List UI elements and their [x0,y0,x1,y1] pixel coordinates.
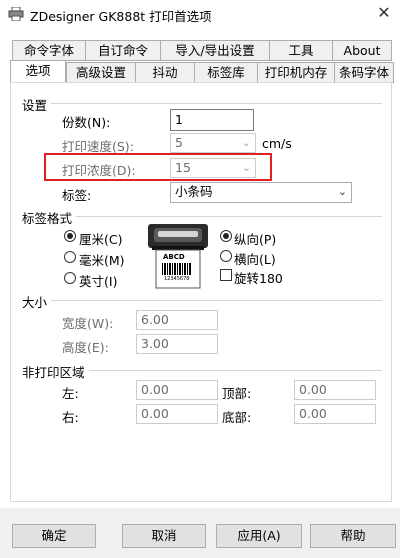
chevron-down-icon: ⌄ [241,136,251,149]
settings-heading: 设置 [22,95,52,114]
tab-command-font[interactable]: 命令字体 [12,40,86,61]
tab-row-bottom: 选项 高级设置 抖动 标签库 打印机内存 条码字体 [10,60,394,84]
preview-barcode-number: 12345678 [164,276,190,282]
bottom-margin-label: 底部: [222,410,252,425]
tab-import-export[interactable]: 导入/导出设置 [160,40,270,61]
label-format-heading: 标签格式 [22,208,77,227]
window-title: ZDesigner GK888t 打印首选项 [30,9,212,24]
bottom-margin-input[interactable]: 0.00 [294,404,376,424]
tab-options[interactable]: 选项 [10,60,66,84]
width-label: 宽度(W): [62,316,114,331]
cancel-button[interactable]: 取消 [122,524,206,548]
help-button[interactable]: 帮助 [310,524,396,548]
unit-mm-radio[interactable] [64,251,76,263]
close-icon[interactable]: ✕ [372,2,396,24]
unit-cm-label[interactable]: 厘米(C) [79,229,122,248]
preview-label-text: ABCD [163,253,185,261]
title-bar[interactable]: ZDesigner GK888t 打印首选项 ✕ [0,0,400,28]
orientation-portrait-label[interactable]: 纵向(P) [234,229,276,248]
speed-select[interactable]: 5 ⌄ [170,133,256,153]
stock-value: 小条码 [175,184,213,199]
unit-inch-label[interactable]: 英寸(I) [79,271,117,290]
unit-inch-radio[interactable] [64,272,76,284]
unit-cm-radio[interactable] [64,230,76,242]
top-margin-input[interactable]: 0.00 [294,380,376,400]
speed-value: 5 [175,135,183,150]
copies-input[interactable]: 1 [170,109,254,131]
orientation-portrait-radio[interactable] [220,230,232,242]
stock-select[interactable]: 小条码 ⌄ [170,182,352,203]
width-input[interactable]: 6.00 [136,310,218,330]
tab-printer-memory[interactable]: 打印机内存 [257,62,335,83]
settings-divider [22,103,382,104]
tab-label-library[interactable]: 标签库 [194,62,258,83]
height-label: 高度(E): [62,340,109,355]
rotate-label[interactable]: 旋转180 [234,268,283,287]
top-margin-label: 顶部: [222,386,252,401]
apply-button[interactable]: 应用(A) [216,524,302,548]
tab-custom-command[interactable]: 自订命令 [85,40,161,61]
height-input[interactable]: 3.00 [136,334,218,354]
orientation-landscape-radio[interactable] [220,250,232,262]
right-margin-input[interactable]: 0.00 [136,404,218,424]
orientation-landscape-label[interactable]: 横向(L) [234,249,276,268]
tab-row-top: 命令字体 自订命令 导入/导出设置 工具 About [12,40,392,62]
printer-icon [8,7,24,21]
stock-label: 标签: [62,188,92,203]
speed-unit: cm/s [262,136,292,151]
size-heading: 大小 [22,292,52,311]
rotate-checkbox[interactable] [220,269,232,281]
size-divider [22,300,382,301]
tab-dithering[interactable]: 抖动 [135,62,195,83]
ok-button[interactable]: 确定 [12,524,96,548]
tab-advanced[interactable]: 高级设置 [66,62,136,83]
annotation-highlight-box [44,153,272,181]
right-margin-label: 右: [62,410,79,425]
copies-label: 份数(N): [62,115,111,130]
left-margin-input[interactable]: 0.00 [136,380,218,400]
left-margin-label: 左: [62,386,79,401]
preview-barcode [162,263,192,275]
unit-mm-label[interactable]: 毫米(M) [79,250,125,269]
tab-tools[interactable]: 工具 [269,40,333,61]
tab-barcode-font[interactable]: 条码字体 [334,62,394,83]
unprintable-heading: 非打印区域 [22,362,89,381]
tab-about[interactable]: About [332,40,392,61]
chevron-down-icon: ⌄ [337,185,347,198]
